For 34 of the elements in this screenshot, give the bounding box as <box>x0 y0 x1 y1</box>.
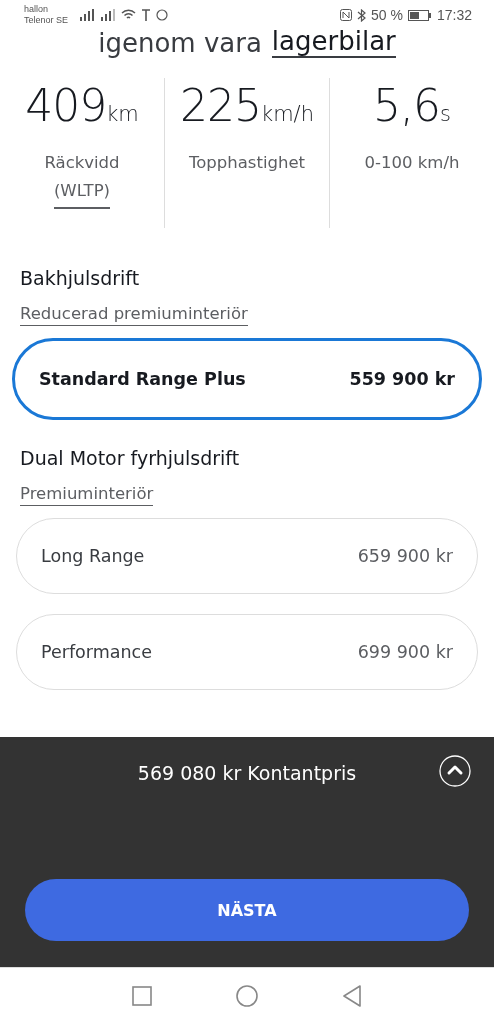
interior-link[interactable]: Premiuminteriör <box>20 484 154 506</box>
antenna-icon <box>141 9 152 21</box>
carrier-name: Telenor SE <box>24 15 69 26</box>
signal-icon <box>100 9 117 21</box>
signal-icon <box>79 9 96 21</box>
interior-link[interactable]: Reducerad premiuminteriör <box>20 304 248 326</box>
battery-percent: 50 % <box>371 7 403 23</box>
spec-value: 225 km/h <box>180 79 314 133</box>
drivetrain-title: Bakhjulsdrift <box>20 266 140 290</box>
spec-label: Räckvidd <box>44 152 120 174</box>
spec-value: 409 km <box>25 79 139 133</box>
spec-label: Topphastighet <box>188 152 306 174</box>
bluetooth-icon <box>357 8 367 22</box>
inventory-link[interactable]: lagerbilar <box>271 26 396 58</box>
wltp-link[interactable]: (WLTP) <box>53 180 111 209</box>
circle-icon[interactable] <box>236 985 258 1007</box>
drivetrain-title: Dual Motor fyrhjulsdrift <box>20 446 240 470</box>
spec-label: 0-100 km/h <box>364 152 460 174</box>
clock: 17:32 <box>436 7 472 23</box>
trim-option[interactable]: Standard Range Plus 559 900 kr <box>12 338 482 420</box>
price-summary: 569 080 kr Kontantpris <box>137 762 357 784</box>
spec-value: 5,6s <box>373 79 451 133</box>
heading-text: igenom vara <box>98 28 262 58</box>
back-icon[interactable] <box>342 985 362 1007</box>
trim-option[interactable]: Performance 699 900 kr <box>16 614 478 690</box>
carrier-name: hallon <box>24 4 50 15</box>
battery-icon <box>407 9 432 21</box>
next-button[interactable]: NÄSTA <box>25 879 469 941</box>
chevron-up-icon[interactable] <box>439 755 471 787</box>
nfc-icon <box>340 9 353 21</box>
wifi-icon <box>121 9 137 21</box>
trim-option[interactable]: Long Range 659 900 kr <box>16 518 478 594</box>
circle-icon <box>156 9 169 21</box>
square-icon[interactable] <box>132 986 152 1006</box>
